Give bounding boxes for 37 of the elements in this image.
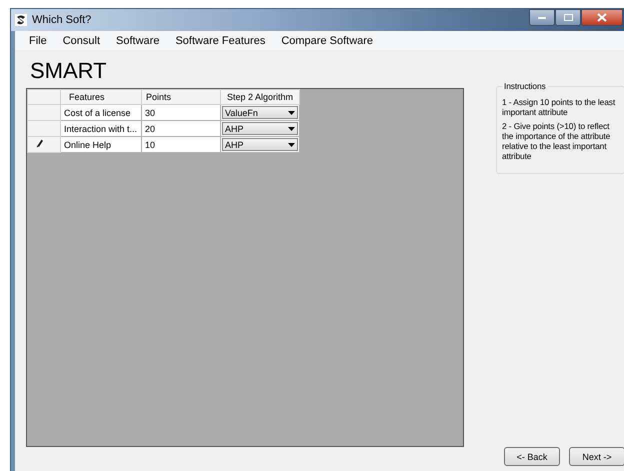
caret-icon <box>285 142 297 146</box>
algorithm-dropdown[interactable]: AHP <box>222 138 298 151</box>
pencil-icon <box>36 139 44 148</box>
group-title: Instructions <box>502 81 548 91</box>
menu-item[interactable]: Consult <box>54 34 108 46</box>
table-cell[interactable]: Cost of a license <box>60 104 142 120</box>
minimize-button[interactable] <box>529 9 555 26</box>
minimize-icon <box>538 16 546 20</box>
caret-icon <box>285 126 297 130</box>
caret-icon <box>285 110 297 114</box>
close-button[interactable] <box>581 9 623 26</box>
instruction-text: 1 - Assign 10 points to the least important attribute <box>502 97 616 117</box>
row-header[interactable] <box>28 136 60 152</box>
column-header[interactable]: Step 2 Algorithm <box>220 90 300 104</box>
window-title: Which Soft? <box>32 14 92 26</box>
app-icon <box>15 14 27 26</box>
maximize-button[interactable] <box>555 9 581 26</box>
table-cell[interactable]: 30 <box>142 104 220 120</box>
table-cell[interactable]: 10 <box>142 136 220 152</box>
menu-item[interactable]: File <box>21 34 55 46</box>
maximize-icon <box>564 14 572 21</box>
table-cell[interactable]: Interaction with t... <box>60 120 142 136</box>
next-button[interactable]: Next -> <box>569 447 624 466</box>
column-header[interactable]: Features <box>60 90 142 104</box>
menu-item[interactable]: Software Features <box>167 34 274 46</box>
table-cell[interactable]: 20 <box>142 120 220 136</box>
algorithm-dropdown[interactable]: ValueFn <box>222 106 298 119</box>
close-icon <box>597 13 607 22</box>
algorithm-dropdown[interactable]: AHP <box>222 122 298 135</box>
menu-item[interactable]: Compare Software <box>273 34 382 46</box>
table-cell[interactable]: Online Help <box>60 136 142 152</box>
back-button[interactable]: <- Back <box>504 447 560 466</box>
menu-item[interactable]: Software <box>108 34 168 46</box>
instruction-text: 2 - Give points (>10) to reflect the importance of the attribute relative to the least important attribute <box>502 121 612 161</box>
column-header[interactable]: Points <box>142 90 220 104</box>
page-heading: SMART <box>29 57 108 85</box>
corner-header <box>28 90 60 104</box>
